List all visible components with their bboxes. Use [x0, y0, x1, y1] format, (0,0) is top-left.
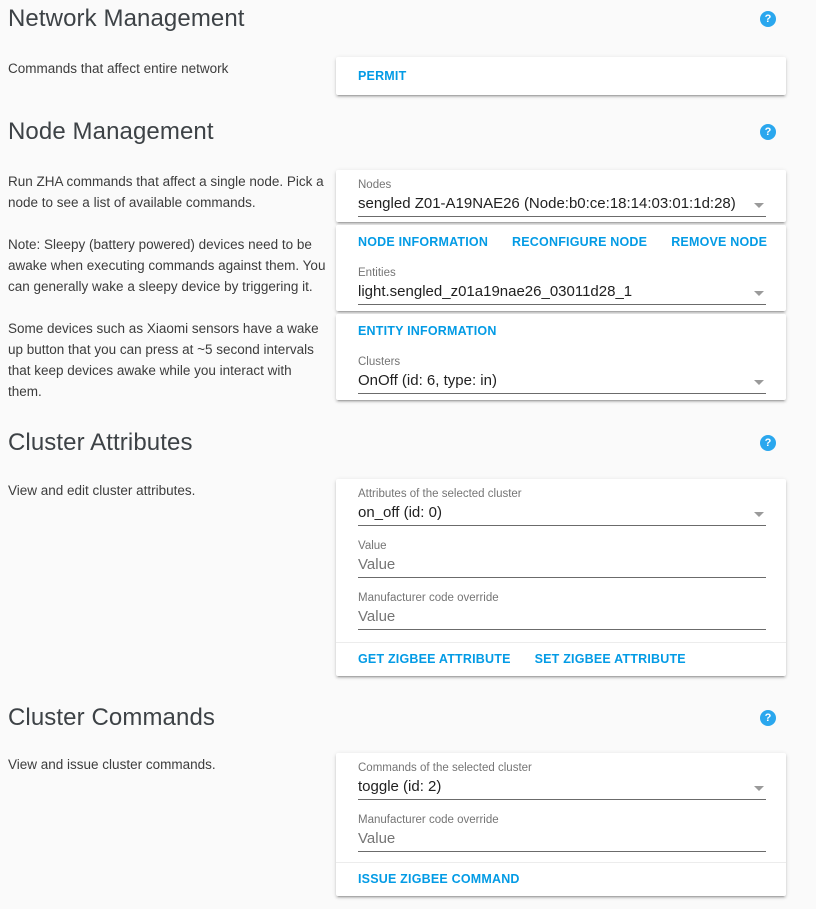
node-information-button[interactable]: NODE INFORMATION	[358, 235, 488, 249]
section-title-node-management: Node Management	[8, 118, 214, 146]
network-commands-card: PERMIT	[336, 57, 786, 95]
attribute-select-value: on_off (id: 0)	[358, 504, 442, 521]
node-description-p3: Some devices such as Xiaomi sensors have…	[8, 318, 328, 402]
cluster-commands-description: View and issue cluster commands.	[8, 753, 336, 775]
zha-config-page: Network Management ? Commands that affec…	[0, 4, 816, 896]
cluster-attributes-card: Attributes of the selected cluster on_of…	[336, 479, 786, 676]
cluster-attributes-body: View and edit cluster attributes. Attrib…	[0, 479, 816, 676]
dropdown-arrow-icon	[754, 512, 764, 517]
network-management-header: Network Management ?	[0, 4, 816, 34]
attribute-manufacturer-input[interactable]	[358, 607, 766, 630]
dropdown-arrow-icon	[754, 380, 764, 385]
node-description-p1: Run ZHA commands that affect a single no…	[8, 171, 328, 213]
attribute-value-label: Value	[358, 540, 766, 552]
clusters-label: Clusters	[358, 356, 766, 368]
attribute-value-input[interactable]	[358, 555, 766, 578]
entity-card: ENTITY INFORMATION Clusters OnOff (id: 6…	[336, 314, 786, 400]
cluster-commands-fields: Commands of the selected cluster toggle …	[336, 753, 786, 862]
dropdown-arrow-icon	[754, 786, 764, 791]
command-select-label: Commands of the selected cluster	[358, 762, 766, 774]
command-field: Commands of the selected cluster toggle …	[358, 762, 766, 800]
nodes-label: Nodes	[358, 179, 766, 191]
cluster-attributes-actions: GET ZIGBEE ATTRIBUTE SET ZIGBEE ATTRIBUT…	[336, 642, 786, 676]
attribute-manufacturer-field: Manufacturer code override	[358, 592, 766, 630]
get-zigbee-attribute-button[interactable]: GET ZIGBEE ATTRIBUTE	[358, 652, 511, 666]
node-description-p2: Note: Sleepy (battery powered) devices n…	[8, 234, 328, 297]
cluster-attributes-fields: Attributes of the selected cluster on_of…	[336, 479, 786, 642]
dropdown-arrow-icon	[754, 291, 764, 296]
command-manufacturer-label: Manufacturer code override	[358, 814, 766, 826]
reconfigure-node-button[interactable]: RECONFIGURE NODE	[512, 235, 647, 249]
help-icon[interactable]: ?	[760, 435, 776, 451]
entities-label: Entities	[358, 267, 766, 279]
command-manufacturer-field: Manufacturer code override	[358, 814, 766, 852]
attribute-manufacturer-label: Manufacturer code override	[358, 592, 766, 604]
dropdown-arrow-icon	[754, 203, 764, 208]
node-cards: Nodes sengled Z01-A19NAE26 (Node:b0:ce:1…	[336, 170, 786, 400]
help-icon[interactable]: ?	[760, 124, 776, 140]
node-actions-card: NODE INFORMATION RECONFIGURE NODE REMOVE…	[336, 225, 786, 311]
node-actions-row: NODE INFORMATION RECONFIGURE NODE REMOVE…	[358, 235, 766, 249]
section-title-cluster-attributes: Cluster Attributes	[8, 429, 193, 457]
cluster-attributes-description: View and edit cluster attributes.	[8, 479, 336, 501]
help-icon[interactable]: ?	[760, 710, 776, 726]
nodes-card: Nodes sengled Z01-A19NAE26 (Node:b0:ce:1…	[336, 170, 786, 222]
entity-information-button[interactable]: ENTITY INFORMATION	[358, 324, 497, 338]
cluster-commands-header: Cluster Commands ?	[0, 703, 816, 733]
attribute-field: Attributes of the selected cluster on_of…	[358, 488, 766, 526]
page-title: Network Management	[8, 5, 245, 33]
cluster-commands-body: View and issue cluster commands. Command…	[0, 753, 816, 896]
set-zigbee-attribute-button[interactable]: SET ZIGBEE ATTRIBUTE	[535, 652, 686, 666]
remove-node-button[interactable]: REMOVE NODE	[671, 235, 767, 249]
node-management-body: Run ZHA commands that affect a single no…	[0, 170, 816, 402]
entity-actions-row: ENTITY INFORMATION	[358, 324, 766, 338]
node-management-header: Node Management ?	[0, 117, 816, 147]
network-description: Commands that affect entire network	[8, 57, 336, 79]
attribute-select[interactable]: on_off (id: 0)	[358, 503, 766, 526]
help-icon[interactable]: ?	[760, 11, 776, 27]
permit-button[interactable]: PERMIT	[358, 69, 406, 83]
entities-select[interactable]: light.sengled_z01a19nae26_03011d28_1	[358, 282, 766, 305]
cluster-commands-card: Commands of the selected cluster toggle …	[336, 753, 786, 896]
attribute-select-label: Attributes of the selected cluster	[358, 488, 766, 500]
section-title-cluster-commands: Cluster Commands	[8, 704, 215, 732]
command-select[interactable]: toggle (id: 2)	[358, 777, 766, 800]
nodes-select[interactable]: sengled Z01-A19NAE26 (Node:b0:ce:18:14:0…	[358, 194, 766, 217]
command-manufacturer-input[interactable]	[358, 829, 766, 852]
nodes-select-value: sengled Z01-A19NAE26 (Node:b0:ce:18:14:0…	[358, 195, 736, 212]
node-description: Run ZHA commands that affect a single no…	[8, 170, 336, 402]
cluster-commands-actions: ISSUE ZIGBEE COMMAND	[336, 862, 786, 896]
network-management-body: Commands that affect entire network PERM…	[0, 57, 816, 95]
clusters-select-value: OnOff (id: 6, type: in)	[358, 372, 497, 389]
issue-zigbee-command-button[interactable]: ISSUE ZIGBEE COMMAND	[358, 872, 520, 886]
command-select-value: toggle (id: 2)	[358, 778, 441, 795]
attribute-value-field: Value	[358, 540, 766, 578]
cluster-attributes-header: Cluster Attributes ?	[0, 428, 816, 458]
entities-select-value: light.sengled_z01a19nae26_03011d28_1	[358, 283, 632, 300]
clusters-select[interactable]: OnOff (id: 6, type: in)	[358, 371, 766, 394]
